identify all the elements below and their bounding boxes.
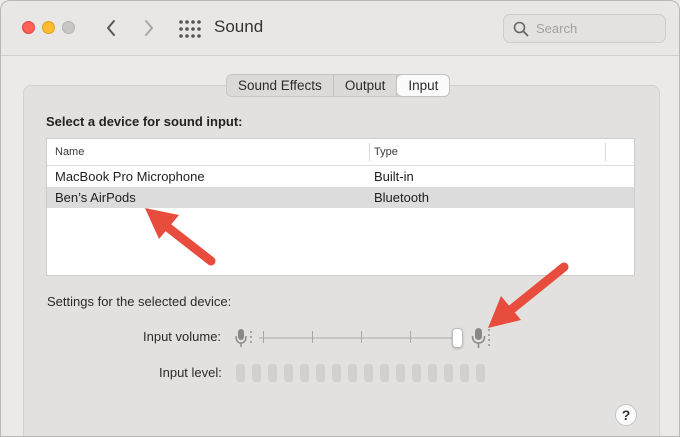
input-volume-label: Input volume: <box>143 329 222 344</box>
input-level-segment <box>396 364 405 382</box>
input-level-segment <box>236 364 245 382</box>
tab-input[interactable]: Input <box>397 75 450 96</box>
device-name: Ben’s AirPods <box>55 190 136 205</box>
column-divider <box>369 143 370 161</box>
device-table[interactable]: Name Type MacBook Pro Microphone Built-i… <box>46 138 635 276</box>
table-row[interactable]: MacBook Pro Microphone Built-in <box>47 166 634 187</box>
input-level-segment <box>428 364 437 382</box>
input-level-segment <box>460 364 469 382</box>
sound-preferences-window: Sound Search Sound Effects Output Input … <box>0 0 680 437</box>
settings-label: Settings for the selected device: <box>47 294 232 309</box>
close-button[interactable] <box>22 21 35 34</box>
back-chevron-icon <box>107 20 115 36</box>
help-button[interactable]: ? <box>615 404 637 426</box>
search-placeholder: Search <box>536 21 578 36</box>
device-type: Bluetooth <box>374 190 429 205</box>
input-level-segment <box>412 364 421 382</box>
column-header-name[interactable]: Name <box>55 146 84 158</box>
input-level-segment <box>332 364 341 382</box>
column-header-type[interactable]: Type <box>374 146 398 158</box>
input-level-segment <box>364 364 373 382</box>
title-bar: Sound Search <box>1 1 679 56</box>
input-level-label: Input level: <box>159 365 222 380</box>
window-title: Sound <box>214 17 264 36</box>
table-header: Name Type <box>47 139 634 166</box>
slider-tick <box>361 331 362 343</box>
device-type: Built-in <box>374 169 414 184</box>
search-field[interactable]: Search <box>503 14 666 43</box>
input-level-segment <box>268 364 277 382</box>
back-button[interactable] <box>99 15 123 41</box>
tab-bar: Sound Effects Output Input <box>226 74 451 97</box>
device-name: MacBook Pro Microphone <box>55 169 205 184</box>
forward-chevron-icon <box>145 20 153 36</box>
table-row-selected[interactable]: Ben’s AirPods Bluetooth <box>47 187 634 208</box>
input-level-meter <box>236 364 491 382</box>
input-level-segment <box>284 364 293 382</box>
microphone-low-icon <box>235 329 252 347</box>
tab-output[interactable]: Output <box>334 75 398 96</box>
forward-button[interactable] <box>137 15 161 41</box>
minimize-button[interactable] <box>42 21 55 34</box>
device-section-title: Select a device for sound input: <box>46 114 243 129</box>
input-level-segment <box>444 364 453 382</box>
slider-tick <box>410 331 411 343</box>
input-level-segment <box>252 364 261 382</box>
search-icon <box>513 21 529 37</box>
input-level-segment <box>348 364 357 382</box>
input-level-segment <box>300 364 309 382</box>
input-volume-slider-track[interactable] <box>259 337 459 339</box>
slider-tick <box>312 331 313 343</box>
microphone-high-icon <box>471 328 490 348</box>
input-level-segment <box>316 364 325 382</box>
grid-icon[interactable] <box>176 16 202 42</box>
input-level-segment <box>380 364 389 382</box>
tab-sound-effects[interactable]: Sound Effects <box>227 75 334 96</box>
input-volume-slider-knob[interactable] <box>452 328 463 348</box>
input-level-segment <box>476 364 485 382</box>
column-divider <box>605 143 606 161</box>
slider-tick <box>263 331 264 343</box>
zoom-button[interactable] <box>62 21 75 34</box>
